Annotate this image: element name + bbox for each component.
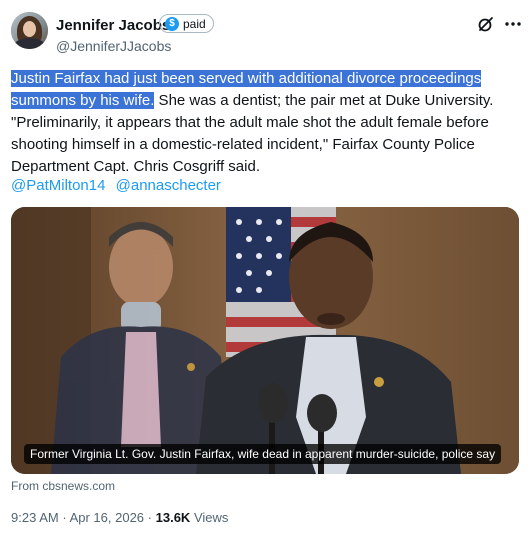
author-handle[interactable]: @JenniferJJacobs bbox=[56, 38, 171, 54]
dollar-icon: $ bbox=[165, 16, 179, 31]
author-name[interactable]: Jennifer Jacobs bbox=[56, 17, 170, 34]
mention-link[interactable]: @PatMilton14 bbox=[11, 177, 105, 194]
post-text: Justin Fairfax had just been served with… bbox=[11, 68, 521, 178]
card-caption: Former Virginia Lt. Gov. Justin Fairfax,… bbox=[24, 444, 502, 464]
post-date[interactable]: Apr 16, 2026 bbox=[70, 510, 144, 525]
link-card-image[interactable] bbox=[11, 207, 519, 474]
views-label: Views bbox=[193, 510, 229, 525]
card-source[interactable]: From cbsnews.com bbox=[11, 479, 115, 493]
post-time[interactable]: 9:23 AM bbox=[11, 510, 59, 525]
post-meta: 9:23 AM · Apr 16, 2026 · 13.6K Views bbox=[11, 510, 228, 525]
paid-label: paid bbox=[183, 16, 206, 31]
mentions: @PatMilton14 @annaschecter bbox=[11, 177, 227, 194]
news-photo bbox=[11, 207, 519, 474]
mention-link[interactable]: @annaschecter bbox=[116, 177, 221, 194]
paid-badge[interactable]: $ paid bbox=[159, 14, 214, 33]
more-icon[interactable] bbox=[503, 14, 523, 34]
slash-circle-icon[interactable] bbox=[476, 14, 496, 34]
views-count: 13.6K bbox=[155, 510, 191, 525]
avatar[interactable] bbox=[11, 12, 48, 49]
meta-separator: · bbox=[147, 510, 152, 525]
meta-separator: · bbox=[62, 510, 67, 525]
